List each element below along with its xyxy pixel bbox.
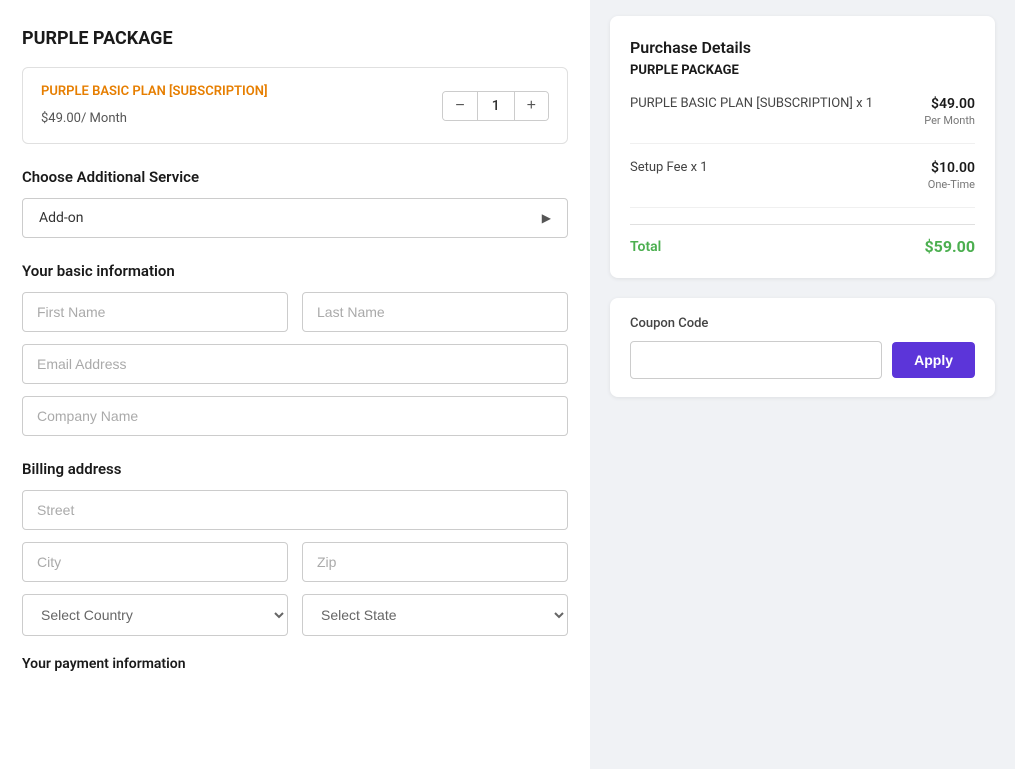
quantity-decrease-button[interactable]: −: [443, 92, 476, 120]
more-info-label: Your payment information: [22, 656, 568, 672]
billing-section: Billing address Select Country Select St…: [22, 460, 568, 636]
purchase-line-2: Setup Fee x 1 $10.00 One-Time: [630, 160, 975, 208]
line2-price-block: $10.00 One-Time: [928, 160, 975, 191]
last-name-input[interactable]: [302, 292, 568, 332]
city-zip-row: [22, 542, 568, 582]
coupon-input[interactable]: [630, 341, 882, 379]
addon-label: Add-on: [39, 210, 84, 226]
left-panel: PURPLE PACKAGE PURPLE BASIC PLAN [SUBSCR…: [0, 0, 590, 769]
city-input[interactable]: [22, 542, 288, 582]
quantity-control: − 1 +: [442, 91, 549, 121]
package-info: PURPLE BASIC PLAN [SUBSCRIPTION] $49.00/…: [41, 84, 268, 127]
city-field: [22, 542, 288, 582]
first-name-input[interactable]: [22, 292, 288, 332]
package-box: PURPLE BASIC PLAN [SUBSCRIPTION] $49.00/…: [22, 67, 568, 144]
company-name-input[interactable]: [22, 396, 568, 436]
line2-price: $10.00: [928, 160, 975, 176]
email-input[interactable]: [22, 344, 568, 384]
basic-info-title: Your basic information: [22, 262, 568, 280]
coupon-label: Coupon Code: [630, 316, 975, 331]
plan-name: PURPLE BASIC PLAN [SUBSCRIPTION]: [41, 84, 268, 99]
additional-service-title: Choose Additional Service: [22, 168, 568, 186]
line2-sub: One-Time: [928, 178, 975, 191]
line1-price-block: $49.00 Per Month: [924, 96, 975, 127]
last-name-field: [302, 292, 568, 332]
country-field: Select Country: [22, 594, 288, 636]
total-label: Total: [630, 239, 661, 255]
coupon-section: Coupon Code Apply: [610, 298, 995, 397]
purchase-details-card: Purchase Details PURPLE PACKAGE PURPLE B…: [610, 16, 995, 278]
coupon-row: Apply: [630, 341, 975, 379]
purchase-details-title: Purchase Details: [630, 38, 975, 57]
addon-select[interactable]: Add-on ▶: [22, 198, 568, 238]
state-field: Select State: [302, 594, 568, 636]
name-row: [22, 292, 568, 332]
quantity-increase-button[interactable]: +: [515, 92, 548, 120]
country-state-row: Select Country Select State: [22, 594, 568, 636]
apply-button[interactable]: Apply: [892, 342, 975, 378]
zip-input[interactable]: [302, 542, 568, 582]
state-select[interactable]: Select State: [302, 594, 568, 636]
street-input[interactable]: [22, 490, 568, 530]
email-field-wrapper: [22, 344, 568, 384]
page-title: PURPLE PACKAGE: [22, 28, 568, 49]
right-panel: Purchase Details PURPLE PACKAGE PURPLE B…: [590, 0, 1015, 769]
first-name-field: [22, 292, 288, 332]
purchase-pkg-label: PURPLE PACKAGE: [630, 63, 975, 78]
total-value: $59.00: [924, 237, 975, 256]
zip-field: [302, 542, 568, 582]
line1-sub: Per Month: [924, 114, 975, 127]
total-line: Total $59.00: [630, 224, 975, 256]
quantity-value: 1: [477, 92, 515, 120]
company-field-wrapper: [22, 396, 568, 436]
arrow-right-icon: ▶: [542, 211, 551, 225]
street-field-wrapper: [22, 490, 568, 530]
line1-price: $49.00: [924, 96, 975, 112]
line1-label: PURPLE BASIC PLAN [SUBSCRIPTION] x 1: [630, 96, 873, 111]
country-select[interactable]: Select Country: [22, 594, 288, 636]
line2-label: Setup Fee x 1: [630, 160, 708, 175]
billing-title: Billing address: [22, 460, 568, 478]
purchase-line-1: PURPLE BASIC PLAN [SUBSCRIPTION] x 1 $49…: [630, 96, 975, 144]
plan-price: $49.00/ Month: [41, 103, 268, 127]
